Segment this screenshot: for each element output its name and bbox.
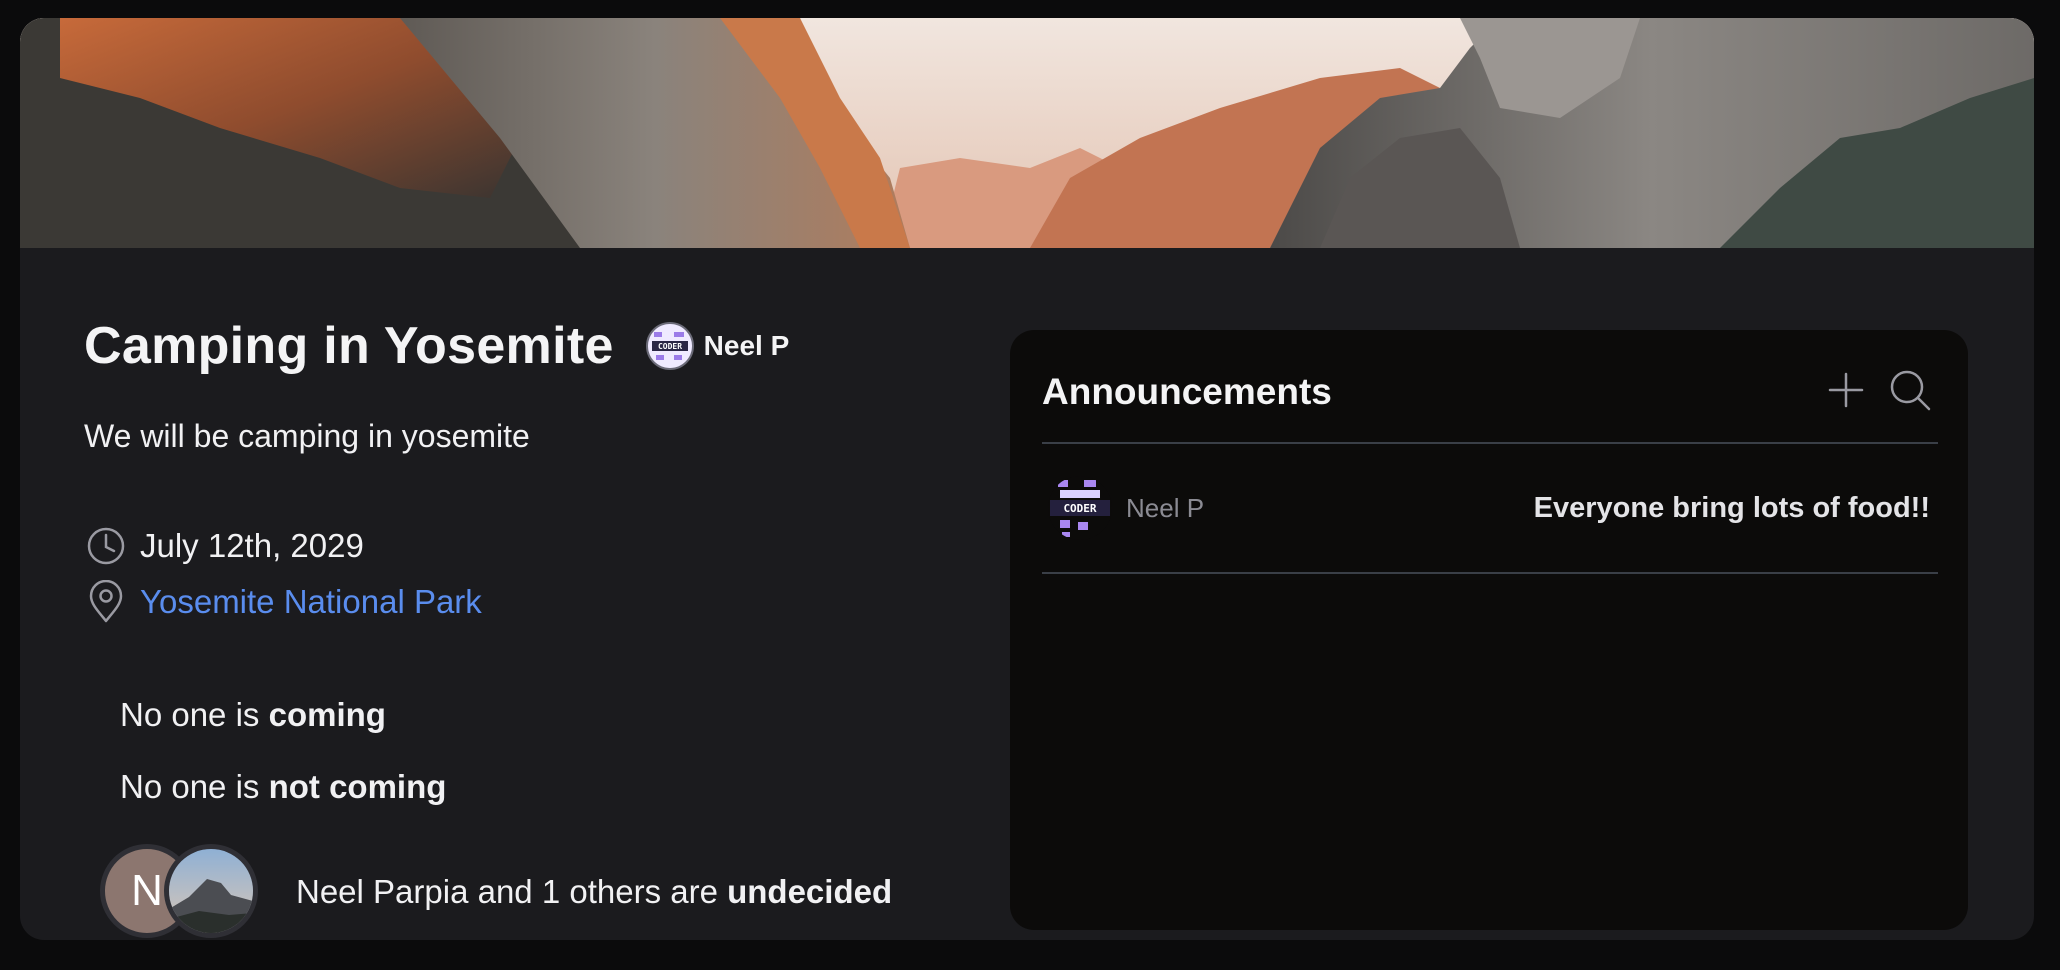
announcements-title: Announcements bbox=[1042, 371, 1332, 412]
announcements-header: Announcements bbox=[1042, 362, 1938, 422]
rsvp-coming-prefix: No one is bbox=[120, 696, 269, 733]
event-date-row: July 12th, 2029 bbox=[84, 524, 364, 568]
search-icon bbox=[1888, 368, 1932, 417]
plus-icon bbox=[1826, 370, 1866, 415]
host-name: Neel P bbox=[703, 330, 790, 361]
rsvp-coming: No one is coming bbox=[120, 696, 386, 734]
search-announcements-button[interactable] bbox=[1882, 364, 1938, 420]
avatar-stack: N bbox=[100, 844, 258, 940]
rsvp-undecided-status: undecided bbox=[727, 873, 893, 910]
rsvp-not-coming-status: not coming bbox=[268, 768, 447, 805]
clock-icon bbox=[84, 524, 128, 568]
avatar bbox=[164, 844, 258, 938]
rsvp-not-coming-prefix: No one is bbox=[120, 768, 269, 805]
rsvp-not-coming: No one is not coming bbox=[120, 768, 446, 806]
rsvp-coming-status: coming bbox=[268, 696, 386, 733]
svg-text:CODER: CODER bbox=[1063, 502, 1096, 515]
announcement-author-avatar: CODER bbox=[1048, 476, 1112, 540]
event-card: Camping in Yosemite CODER Neel P We will… bbox=[20, 18, 2034, 940]
rsvp-undecided-text: Neel Parpia and 1 others are undecided bbox=[296, 873, 892, 911]
announcements-panel: Announcements CODER Neel P Everyone brin… bbox=[1010, 330, 1968, 930]
event-location-link[interactable]: Yosemite National Park bbox=[140, 583, 482, 621]
event-date: July 12th, 2029 bbox=[140, 527, 364, 564]
rsvp-undecided-prefix: Neel Parpia and 1 others are bbox=[296, 873, 728, 910]
announcement-author: Neel P bbox=[1126, 492, 1205, 523]
event-description: We will be camping in yosemite bbox=[84, 418, 530, 454]
announcement-message: Everyone bring lots of food!! bbox=[1533, 491, 1930, 524]
event-title: Camping in Yosemite bbox=[84, 317, 614, 375]
rsvp-undecided[interactable]: N Neel Parpia and 1 others are undecided bbox=[100, 844, 892, 940]
divider bbox=[1042, 572, 1938, 574]
event-location-row: Yosemite National Park bbox=[84, 580, 482, 624]
add-announcement-button[interactable] bbox=[1818, 364, 1874, 420]
announcement-item[interactable]: CODER Neel P Everyone bring lots of food… bbox=[1042, 452, 1938, 564]
cover-image bbox=[20, 18, 2034, 248]
map-pin-icon bbox=[84, 580, 128, 624]
svg-text:CODER: CODER bbox=[658, 342, 682, 351]
host-chip[interactable]: CODER Neel P bbox=[645, 322, 790, 370]
divider bbox=[1042, 442, 1938, 444]
host-avatar: CODER bbox=[645, 322, 694, 370]
event-title-row: Camping in Yosemite CODER Neel P bbox=[84, 310, 789, 382]
